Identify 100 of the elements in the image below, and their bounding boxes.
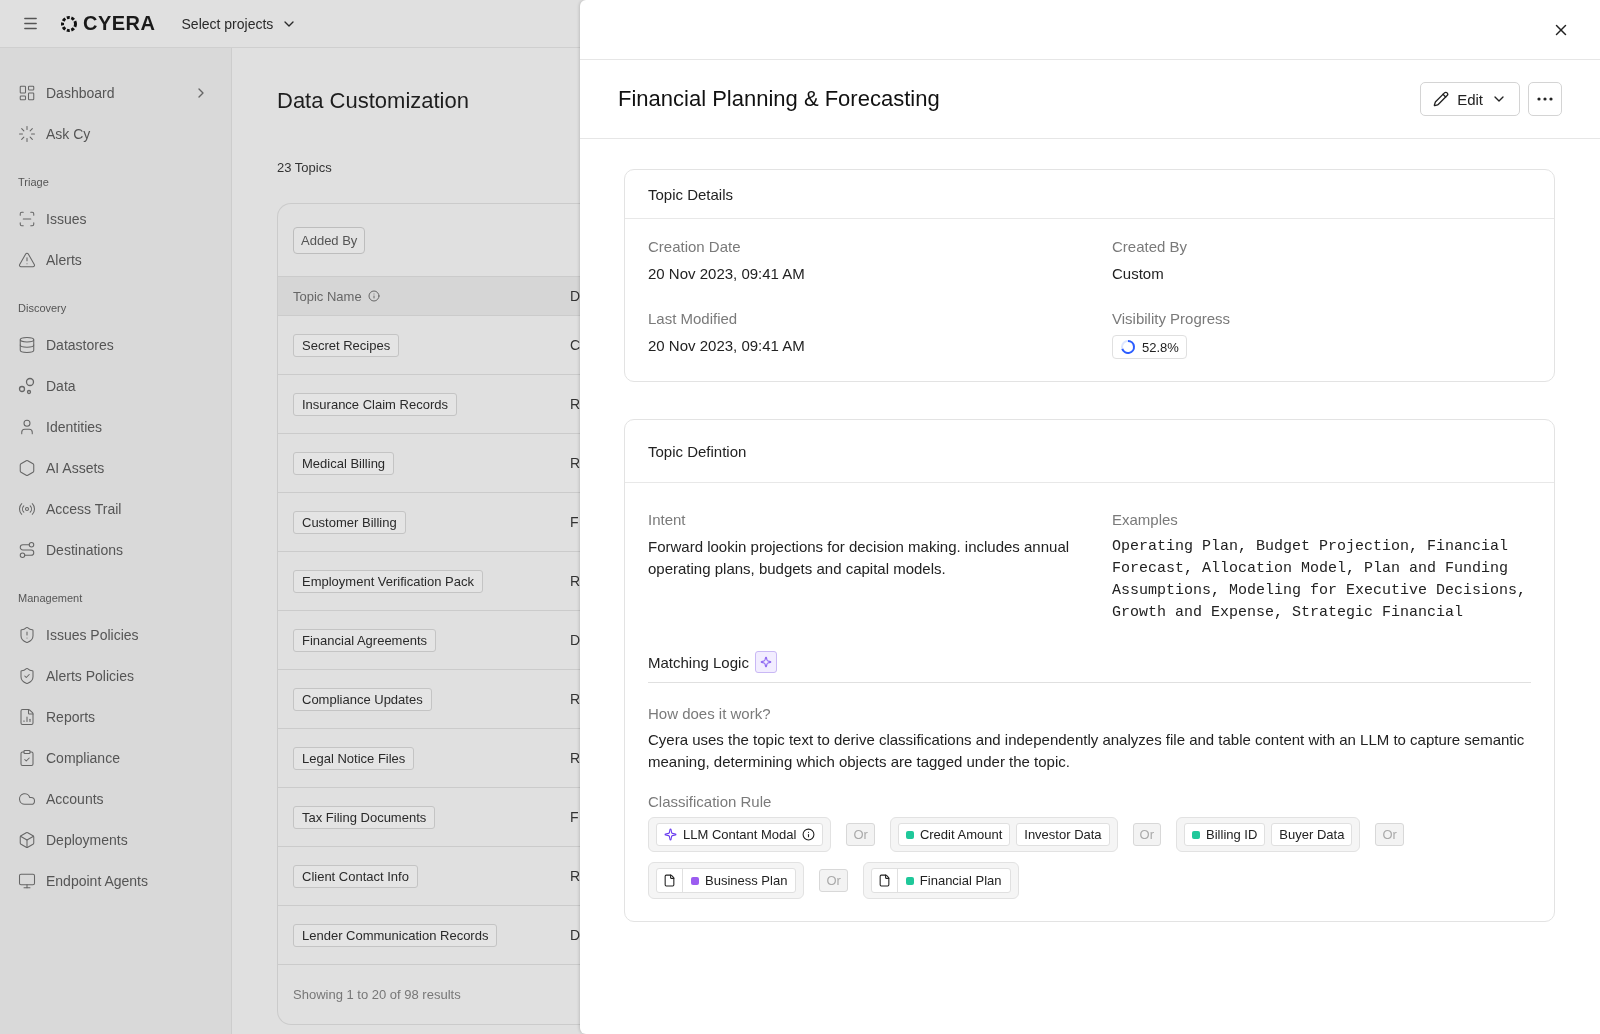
table-cell: R: [570, 455, 580, 471]
table-cell: C: [570, 337, 580, 353]
table-cell: R: [570, 868, 580, 884]
card-title: Topic Details: [648, 185, 734, 203]
loader-icon: [18, 124, 36, 143]
box-icon: [18, 830, 36, 849]
progress-ring-icon: [1120, 339, 1136, 355]
field-value: Forward lookin projections for decision making. includes annual operating plans, budgets and capital models.: [648, 537, 1071, 579]
table-cell: R: [570, 396, 580, 412]
topic-tag[interactable]: Financial Agreements: [293, 628, 436, 652]
field-label: Created By: [1112, 238, 1189, 255]
rule-chip[interactable]: Investor Data: [1016, 823, 1110, 846]
database-icon: [18, 335, 36, 354]
circles-icon: [18, 376, 36, 395]
or-operator: Or: [1132, 823, 1162, 846]
sidebar-item[interactable]: Alerts Policies: [18, 655, 231, 696]
section-title: Triage: [18, 176, 50, 190]
sidebar-item[interactable]: Compliance: [18, 737, 231, 778]
sidebar-item[interactable]: Destinations: [18, 529, 231, 570]
field-value: 20 Nov 2023, 09:41 AM: [648, 264, 806, 284]
card-title: Topic Defintion: [648, 442, 747, 460]
clipboard-check-icon: [18, 748, 36, 767]
filter-button[interactable]: Added By: [293, 226, 366, 254]
report-chart-icon: [18, 707, 36, 726]
or-operator: Or: [846, 823, 875, 846]
pencil-icon: [1433, 91, 1450, 107]
or-operator: Or: [1375, 823, 1404, 846]
file-rule-chip[interactable]: Financial Plan: [870, 868, 1011, 893]
section-title: Management: [18, 592, 84, 606]
page-title: Data Customization: [277, 88, 470, 114]
sidebar-item[interactable]: AI Assets: [18, 447, 231, 488]
sidebar-item[interactable]: Dashboard: [18, 72, 231, 113]
rule-chip[interactable]: Buyer Data: [1271, 823, 1353, 846]
menu-icon[interactable]: [22, 15, 39, 32]
topic-tag[interactable]: Legal Notice Files: [293, 746, 415, 770]
column-header: Topic Name: [293, 288, 362, 304]
field-label: Classification Rule: [648, 793, 773, 810]
edit-button[interactable]: Edit: [1420, 82, 1520, 116]
field-label: Last Modified: [648, 310, 739, 327]
monitor-icon: [18, 871, 36, 890]
sidebar-item[interactable]: Access Trail: [18, 488, 231, 529]
warning-icon: [18, 250, 36, 269]
section-title: Discovery: [18, 302, 68, 316]
logo-mark-icon: [59, 13, 79, 34]
or-operator: Or: [819, 869, 848, 892]
table-cell: D: [570, 632, 580, 648]
examples-text: Operating Plan, Budget Projection, Financial Forecast, Allocation Model, Plan and Funding Assumptions, Modeling for Executive Decisions, Growth and Expense, Strategic Financial: [1112, 537, 1528, 623]
scan-icon: [18, 209, 36, 228]
sidebar-item[interactable]: Data: [18, 365, 231, 406]
sidebar-item[interactable]: Datastores: [18, 324, 231, 365]
topic-tag[interactable]: Tax Filing Documents: [293, 805, 436, 829]
field-label: Examples: [1112, 511, 1179, 528]
sidebar-item[interactable]: Identities: [18, 406, 231, 447]
sidebar-item[interactable]: Endpoint Agents: [18, 860, 231, 901]
table-cell: F: [570, 809, 580, 825]
table-cell: R: [570, 573, 580, 589]
table-cell: F: [570, 514, 580, 530]
sidebar-item[interactable]: Reports: [18, 696, 231, 737]
field-label: Intent: [648, 511, 687, 528]
topic-tag[interactable]: Employment Verification Pack: [293, 569, 483, 593]
table-cell: R: [570, 750, 580, 766]
sidebar-item[interactable]: Issues: [18, 198, 231, 239]
topic-tag[interactable]: Client Contact Info: [293, 864, 418, 888]
sidebar-item[interactable]: Accounts: [18, 778, 231, 819]
field-value: 20 Nov 2023, 09:41 AM: [648, 336, 806, 356]
rule-chip[interactable]: Credit Amount: [897, 823, 1011, 846]
topic-tag[interactable]: Medical Billing: [293, 451, 395, 475]
file-rule-chip[interactable]: Business Plan: [656, 868, 797, 893]
user-icon: [18, 417, 36, 436]
dashboard-grid-icon: [18, 83, 36, 102]
more-icon: [1537, 97, 1553, 101]
project-selector[interactable]: Select projects: [181, 15, 298, 32]
sparkle-icon: [664, 828, 677, 841]
topic-tag[interactable]: Insurance Claim Records: [293, 392, 457, 416]
field-value: Custom: [1112, 264, 1165, 284]
section-title: Matching Logic: [648, 653, 749, 671]
sidebar-item[interactable]: Ask Cy: [18, 113, 231, 154]
hexagon-icon: [18, 458, 36, 477]
drawer-title: Financial Planning & Forecasting: [618, 86, 941, 112]
logo[interactable]: CYERA: [59, 12, 156, 35]
topic-tag[interactable]: Secret Recipes: [293, 333, 400, 357]
sidebar-item[interactable]: Issues Policies: [18, 614, 231, 655]
rule-chip[interactable]: LLM Contant Modal: [656, 823, 824, 846]
field-label: Creation Date: [648, 238, 742, 255]
topic-tag[interactable]: Customer Billing: [293, 510, 406, 534]
shield-check-icon: [18, 666, 36, 685]
rule-chip[interactable]: Billing ID: [1184, 823, 1266, 846]
topic-tag[interactable]: Lender Communication Records: [293, 923, 498, 947]
description-text: Cyera uses the topic text to derive classifications and independently analyzes file and table content with an LLM to capture semantic meaning, determining which objects are tagged under the topic.: [648, 730, 1526, 772]
topic-tag[interactable]: Compliance Updates: [293, 687, 432, 711]
route-icon: [18, 540, 36, 559]
info-icon[interactable]: [802, 828, 816, 841]
sidebar-item[interactable]: Deployments: [18, 819, 231, 860]
shield-alert-icon: [18, 625, 36, 644]
field-label: How does it work?: [648, 705, 772, 722]
file-icon: [877, 874, 891, 887]
file-icon: [663, 874, 676, 887]
table-cell: R: [570, 691, 580, 707]
table-cell: D: [570, 927, 580, 943]
sidebar-item[interactable]: Alerts: [18, 239, 231, 280]
